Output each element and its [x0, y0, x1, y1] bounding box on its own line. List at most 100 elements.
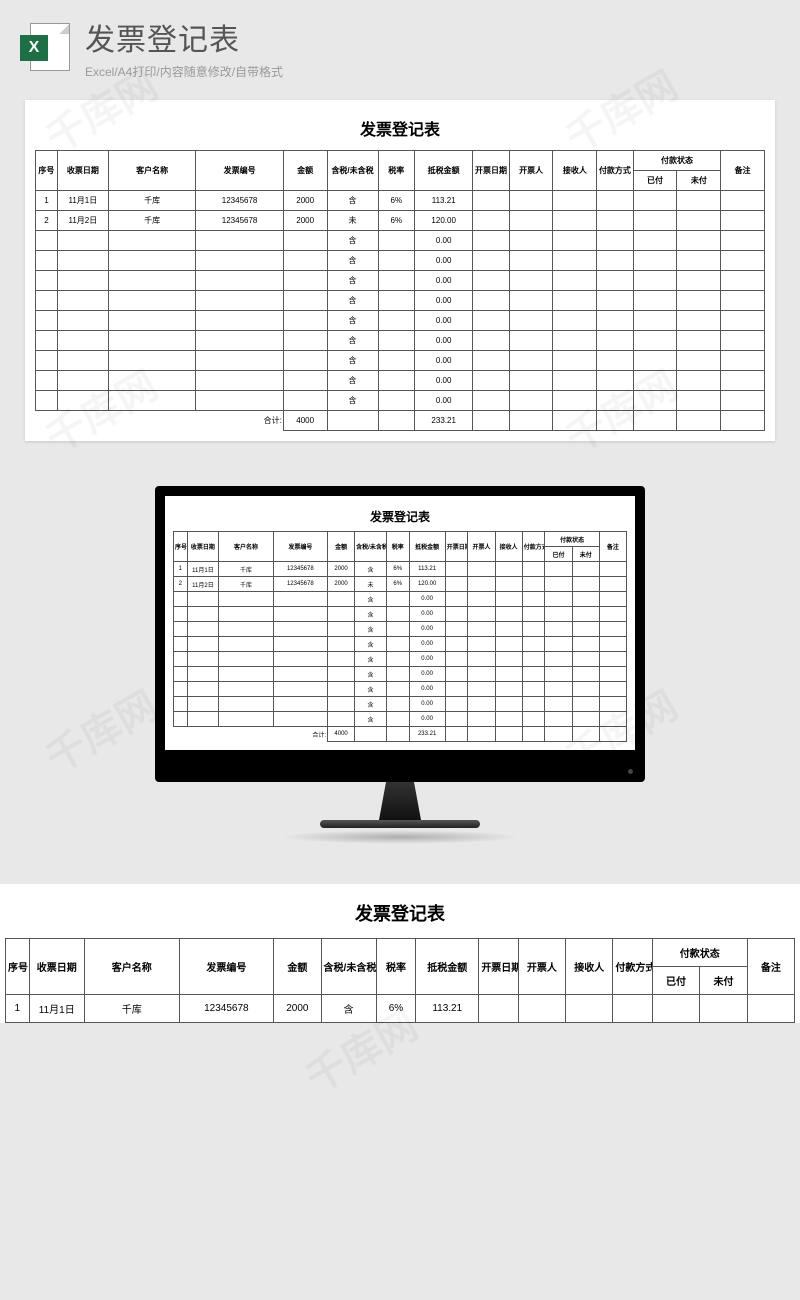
cell-receiver — [553, 251, 597, 271]
cell-issuer — [468, 652, 495, 667]
cell-tax-incl: 含 — [327, 331, 378, 351]
cell-note — [599, 577, 626, 592]
table-row: 含 0.00 — [174, 592, 627, 607]
cell-note — [721, 311, 765, 331]
cell-issuer — [509, 391, 553, 411]
col-customer: 客户名称 — [108, 151, 195, 191]
monitor-shadow — [280, 830, 520, 844]
cell-seq — [36, 331, 58, 351]
cell-receiver — [495, 607, 522, 622]
table-row: 含 0.00 — [36, 251, 765, 271]
cell-receiver — [553, 391, 597, 411]
cell-pay-method — [522, 637, 545, 652]
cell-issuer — [468, 637, 495, 652]
cell-tax-amount: 0.00 — [409, 697, 445, 712]
col-note: 备注 — [599, 532, 626, 562]
cell-paid — [633, 391, 677, 411]
cell-tax-rate: 6% — [386, 562, 409, 577]
col-tax-rate: 税率 — [376, 939, 415, 995]
cell-receiver — [553, 291, 597, 311]
cell-note — [721, 211, 765, 231]
cell-tax-rate — [386, 637, 409, 652]
cell-paid — [633, 331, 677, 351]
cell-tax-rate — [386, 712, 409, 727]
table-row: 含 0.00 — [36, 331, 765, 351]
cell-note — [721, 391, 765, 411]
cell-tax-rate — [378, 371, 414, 391]
table-row: 含 0.00 — [36, 391, 765, 411]
table-row: 2 11月2日 千库 12345678 2000 未 6% 120.00 — [36, 211, 765, 231]
cell-customer: 千库 — [84, 995, 179, 1023]
table-row: 含 0.00 — [174, 622, 627, 637]
cell-receiver — [495, 682, 522, 697]
cell-amount — [328, 607, 355, 622]
cell-note — [721, 231, 765, 251]
cell-recv-date — [57, 391, 108, 411]
cell-receiver — [553, 371, 597, 391]
cell-issue-date — [445, 607, 468, 622]
total-amount: 4000 — [283, 411, 327, 431]
cell-unpaid — [572, 622, 599, 637]
cell-tax-amount: 0.00 — [409, 667, 445, 682]
cell-receiver — [566, 995, 613, 1023]
cell-issue-date — [445, 712, 468, 727]
col-tax-rate: 税率 — [378, 151, 414, 191]
cell-note — [721, 251, 765, 271]
cell-issue-date — [445, 637, 468, 652]
table-row: 含 0.00 — [174, 637, 627, 652]
cell-receiver — [553, 331, 597, 351]
cell-customer — [219, 667, 273, 682]
table-row: 含 0.00 — [174, 607, 627, 622]
cell-tax-amount: 113.21 — [416, 995, 479, 1023]
cell-tax-amount: 0.00 — [409, 652, 445, 667]
cell-issue-date — [473, 351, 509, 371]
cell-paid — [633, 211, 677, 231]
col-note: 备注 — [747, 939, 794, 995]
cell-issuer — [509, 271, 553, 291]
total-row: 合计: 4000 233.21 — [36, 411, 765, 431]
cell-paid — [545, 697, 572, 712]
cell-invoice-no — [273, 592, 327, 607]
cell-unpaid — [677, 251, 721, 271]
cell-issue-date — [445, 592, 468, 607]
cell-issuer — [468, 697, 495, 712]
table-row: 含 0.00 — [36, 351, 765, 371]
cell-amount — [328, 652, 355, 667]
cell-seq — [174, 637, 188, 652]
table-row: 含 0.00 — [36, 271, 765, 291]
total-row: 合计: 4000 233.21 — [174, 727, 627, 742]
cell-recv-date — [187, 607, 219, 622]
cell-recv-date: 11月1日 — [187, 562, 219, 577]
cell-paid — [545, 607, 572, 622]
col-seq: 序号 — [6, 939, 30, 995]
table-row: 2 11月2日 千库 12345678 2000 未 6% 120.00 — [174, 577, 627, 592]
cell-paid — [633, 191, 677, 211]
cell-customer — [108, 231, 195, 251]
cell-paid — [545, 622, 572, 637]
col-amount: 金额 — [283, 151, 327, 191]
cell-customer: 千库 — [219, 562, 273, 577]
invoice-table: 序号 收票日期 客户名称 发票编号 金额 含税/未含税 税率 抵税金额 开票日期… — [173, 531, 627, 742]
cell-customer — [219, 652, 273, 667]
cell-paid — [545, 577, 572, 592]
cell-invoice-no — [196, 291, 283, 311]
cell-issue-date — [473, 191, 509, 211]
cell-recv-date — [187, 667, 219, 682]
cell-tax-incl: 含 — [355, 652, 387, 667]
cell-paid — [633, 371, 677, 391]
cell-seq — [174, 682, 188, 697]
cell-unpaid — [677, 291, 721, 311]
cell-seq — [174, 592, 188, 607]
cell-seq — [174, 712, 188, 727]
col-seq: 序号 — [36, 151, 58, 191]
cell-tax-amount: 113.21 — [409, 562, 445, 577]
col-pay-status: 付款状态 — [633, 151, 721, 171]
cell-receiver — [495, 697, 522, 712]
cell-customer — [219, 607, 273, 622]
total-label: 合计: — [36, 411, 284, 431]
cell-issuer — [509, 331, 553, 351]
cell-recv-date: 11月1日 — [57, 191, 108, 211]
col-tax-rate: 税率 — [386, 532, 409, 562]
cell-pay-method — [522, 577, 545, 592]
total-label: 合计: — [174, 727, 328, 742]
